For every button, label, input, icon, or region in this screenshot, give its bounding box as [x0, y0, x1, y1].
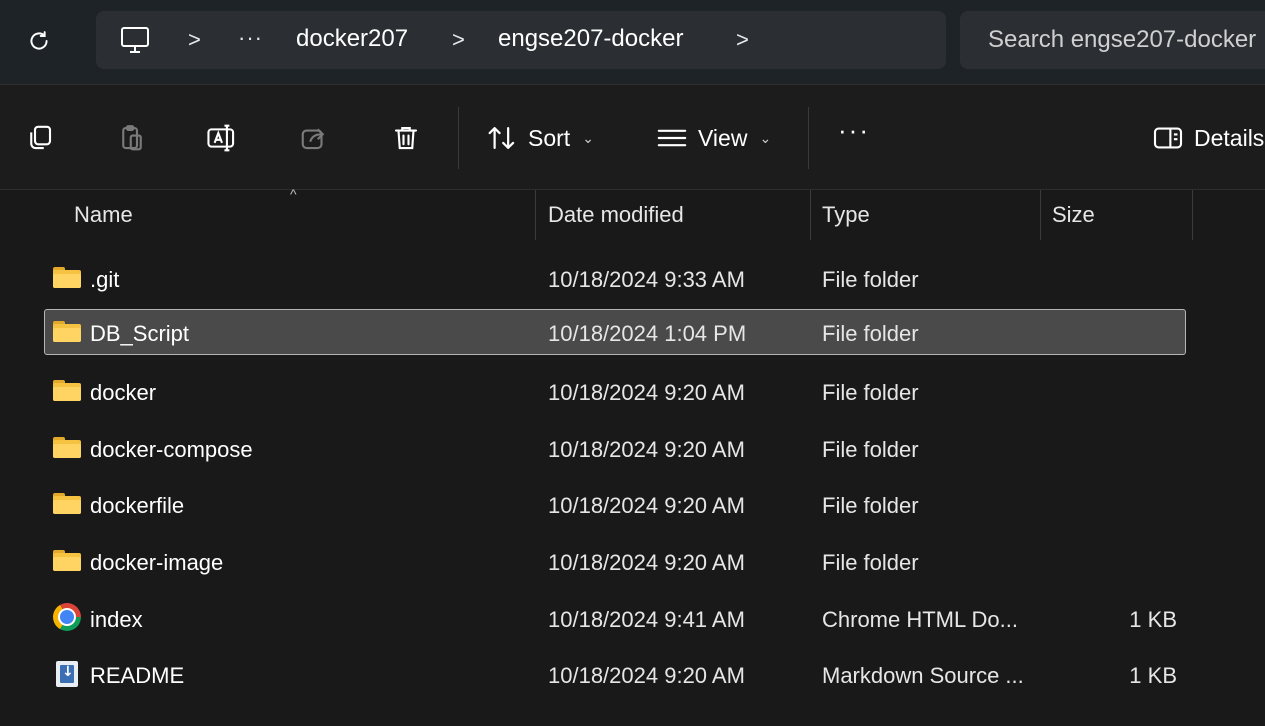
chevron-down-icon: ⌄ [759, 129, 772, 146]
file-type: File folder [822, 437, 919, 462]
breadcrumb-item-docker207[interactable]: docker207 [296, 25, 408, 53]
copy-icon [30, 125, 52, 150]
column-header-date-modified[interactable]: Date modified [548, 202, 684, 228]
file-type: File folder [822, 380, 919, 405]
markdown-file-icon [53, 661, 81, 687]
file-row[interactable]: .git 10/18/2024 9:33 AM File folder [44, 255, 1186, 301]
file-name: README [90, 663, 185, 688]
view-label: View [698, 124, 748, 151]
file-date-modified: 10/18/2024 9:20 AM [548, 493, 745, 518]
command-separator [808, 107, 809, 169]
rename-button[interactable] [206, 122, 238, 154]
column-resize-handle[interactable] [535, 190, 536, 240]
file-date-modified: 10/18/2024 1:04 PM [548, 321, 747, 346]
file-name: .git [90, 267, 120, 292]
details-pane-icon [1153, 127, 1183, 149]
command-bar: Sort ⌄ View ⌄ ··· Details [0, 85, 1265, 189]
file-type: File folder [822, 321, 919, 346]
details-pane-button[interactable]: Details [1152, 117, 1264, 159]
chrome-icon [53, 603, 81, 631]
details-label: Details [1194, 124, 1265, 151]
file-date-modified: 10/18/2024 9:20 AM [548, 437, 745, 462]
file-type: Chrome HTML Do... [822, 607, 1019, 632]
file-type: File folder [822, 267, 919, 292]
sort-label: Sort [528, 124, 571, 151]
paste-icon [122, 125, 142, 151]
column-header-type[interactable]: Type [822, 202, 870, 228]
file-type: Markdown Source ... [822, 663, 1024, 688]
refresh-button[interactable] [22, 24, 56, 58]
view-button[interactable]: View ⌄ [656, 117, 771, 159]
breadcrumb-separator: > [188, 27, 201, 52]
file-type: File folder [822, 550, 919, 575]
breadcrumb-separator: > [452, 27, 465, 52]
copy-button[interactable] [24, 122, 56, 154]
folder-icon [53, 265, 81, 291]
file-row[interactable]: docker-compose 10/18/2024 9:20 AM File f… [44, 425, 1186, 471]
folder-icon [53, 435, 81, 461]
command-separator [458, 107, 459, 169]
paste-button[interactable] [116, 122, 148, 154]
file-name: DB_Script [90, 321, 190, 346]
sort-button[interactable]: Sort ⌄ [486, 117, 594, 159]
search-box[interactable] [960, 11, 1265, 69]
sort-ascending-icon: ^ [290, 186, 297, 202]
file-name: dockerfile [90, 493, 185, 518]
column-resize-handle[interactable] [1040, 190, 1041, 240]
search-input[interactable] [988, 25, 1265, 55]
delete-button[interactable] [390, 122, 422, 154]
file-type: File folder [822, 493, 919, 518]
file-date-modified: 10/18/2024 9:20 AM [548, 380, 745, 405]
file-name: index [90, 607, 143, 632]
more-options-button[interactable]: ··· [838, 115, 870, 146]
column-resize-handle[interactable] [810, 190, 811, 240]
file-row[interactable]: README 10/18/2024 9:20 AM Markdown Sourc… [44, 651, 1186, 697]
breadcrumb-overflow-button[interactable]: ··· [238, 25, 263, 51]
file-name: docker-image [90, 550, 224, 575]
file-row-selected[interactable]: DB_Script 10/18/2024 1:04 PM File folder [44, 309, 1186, 355]
file-size: 1 KB [1129, 663, 1177, 688]
file-name: docker-compose [90, 437, 253, 462]
folder-icon [53, 548, 81, 574]
file-date-modified: 10/18/2024 9:33 AM [548, 267, 745, 292]
column-header-name[interactable]: Name [74, 202, 133, 228]
file-row[interactable]: dockerfile 10/18/2024 9:20 AM File folde… [44, 481, 1186, 527]
breadcrumb[interactable]: > ··· docker207 > engse207-docker > [96, 11, 946, 69]
address-bar: > ··· docker207 > engse207-docker > [0, 0, 1265, 84]
folder-icon [53, 491, 81, 517]
file-name: docker [90, 380, 157, 405]
view-list-icon [657, 129, 687, 147]
refresh-icon [30, 31, 48, 50]
sort-icon [488, 127, 515, 149]
folder-icon [53, 378, 81, 404]
column-resize-handle[interactable] [1192, 190, 1193, 240]
trash-icon [394, 126, 418, 150]
file-date-modified: 10/18/2024 9:20 AM [548, 663, 745, 688]
file-size: 1 KB [1129, 607, 1177, 632]
file-date-modified: 10/18/2024 9:41 AM [548, 607, 745, 632]
breadcrumb-item-engse207-docker[interactable]: engse207-docker [498, 25, 683, 53]
rename-icon [207, 124, 235, 152]
chevron-down-icon: ⌄ [582, 129, 594, 146]
column-header-row: ^ Name Date modified Type Size [0, 186, 1265, 242]
file-row[interactable]: docker-image 10/18/2024 9:20 AM File fol… [44, 538, 1186, 584]
column-header-size[interactable]: Size [1052, 202, 1095, 228]
file-row[interactable]: docker 10/18/2024 9:20 AM File folder [44, 368, 1186, 414]
folder-icon [53, 319, 81, 345]
file-row[interactable]: index 10/18/2024 9:41 AM Chrome HTML Do.… [44, 595, 1186, 641]
this-pc-icon[interactable] [120, 26, 150, 54]
share-button[interactable] [298, 122, 330, 154]
share-icon [301, 128, 325, 150]
breadcrumb-separator[interactable]: > [736, 27, 749, 53]
file-date-modified: 10/18/2024 9:20 AM [548, 550, 745, 575]
